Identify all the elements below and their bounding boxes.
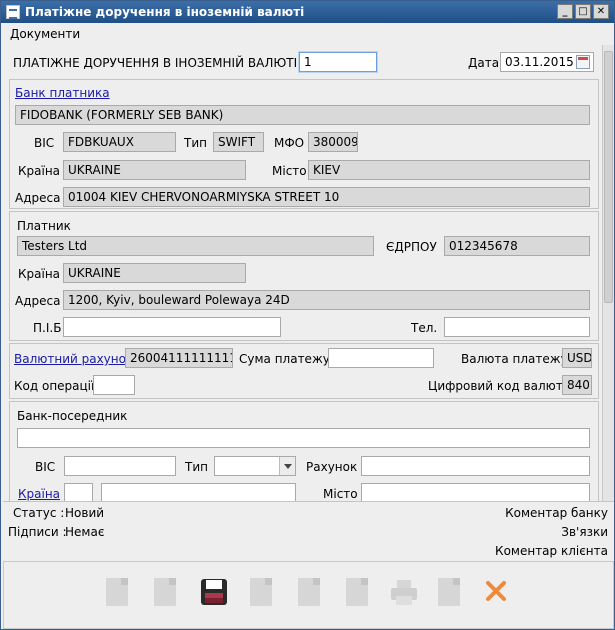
date-value: 03.11.2015: [505, 55, 574, 69]
currency-account-link[interactable]: Валютний рахунок: [14, 352, 133, 366]
currency-label: Валюта платежу: [461, 352, 568, 366]
intermediary-section-label: Банк-посередник: [17, 409, 128, 423]
address-label: Адреса: [15, 191, 61, 205]
copy-button[interactable]: [246, 574, 278, 614]
print-button[interactable]: [388, 574, 420, 614]
payer-bank-name: FIDOBANK (FORMERLY SEB BANK): [15, 105, 590, 125]
new-document-icon: [346, 578, 368, 606]
intermediary-country-link[interactable]: Країна: [18, 487, 60, 501]
currency-value: USD: [562, 348, 592, 368]
amount-input[interactable]: [328, 348, 434, 368]
bic-label: BIC: [34, 136, 55, 150]
currency-code-value: 840: [562, 375, 592, 395]
intermediary-name-input[interactable]: [17, 428, 590, 448]
intermediary-city-input[interactable]: [361, 483, 590, 501]
date-field[interactable]: 03.11.2015: [500, 52, 594, 72]
payer-country-label: Країна: [18, 267, 61, 281]
status-area: Статус : Новий Підписи : Немає Коментар …: [3, 501, 614, 559]
city-value: KIEV: [308, 160, 590, 180]
scrollbar-thumb[interactable]: [604, 51, 613, 303]
currency-code-label: Цифровий код валюти: [428, 379, 571, 393]
close-button[interactable]: ✕: [593, 4, 609, 19]
cancel-button[interactable]: [480, 574, 512, 614]
sign-button[interactable]: [102, 574, 134, 614]
cancel-icon: [486, 581, 506, 601]
calendar-icon[interactable]: [576, 55, 590, 69]
payer-bank-panel: Банк платника FIDOBANK (FORMERLY SEB BAN…: [9, 79, 599, 209]
signatures-label: Підписи :: [8, 525, 67, 539]
payer-section-label: Платник: [17, 219, 71, 233]
address-value: 01004 KIEV CHERVONOARMIYSKA STREET 10: [63, 187, 590, 207]
phone-input[interactable]: [444, 317, 590, 337]
opcode-input[interactable]: [93, 375, 135, 395]
intermediary-bic-label: BIC: [35, 460, 56, 474]
payer-panel: Платник Testers Ltd ЄДРПОУ 012345678 Кра…: [9, 211, 599, 341]
account-panel: Валютний рахунок 26004111111111 Сума пла…: [9, 343, 599, 399]
vertical-scrollbar[interactable]: [602, 45, 614, 501]
copy-icon: [250, 578, 272, 606]
payer-country-value: UKRAINE: [63, 263, 246, 283]
intermediary-bank-panel: Банк-посередник BIC Тип Рахунок Країна М…: [9, 401, 599, 501]
intermediary-account-input[interactable]: [361, 456, 590, 476]
minimize-button[interactable]: _: [557, 4, 573, 19]
edit-icon: [298, 578, 320, 606]
sign-icon: [106, 578, 128, 606]
app-icon: [6, 5, 20, 19]
form-scroll-area: ПЛАТІЖНЕ ДОРУЧЕННЯ В ІНОЗЕМНІЙ ВАЛЮТІ N …: [3, 45, 601, 501]
save-icon: [201, 579, 227, 605]
date-label: Дата: [468, 56, 500, 70]
amount-label: Сума платежу: [239, 352, 330, 366]
new-document-button[interactable]: [342, 574, 374, 614]
country-value: UKRAINE: [63, 160, 246, 180]
phone-label: Тел.: [411, 321, 438, 335]
print-icon: [391, 580, 417, 605]
opcode-label: Код операції: [14, 379, 95, 393]
save-button[interactable]: [198, 574, 230, 614]
menu-bar: Документи: [1, 23, 614, 45]
payer-address-label: Адреса: [15, 294, 61, 308]
intermediary-type-label: Тип: [185, 460, 208, 474]
menu-documents[interactable]: Документи: [10, 27, 80, 41]
mfo-label: МФО: [274, 136, 305, 150]
title-bar: Платіжне доручення в іноземній валюті _ …: [1, 1, 614, 23]
bic-value: FDBKUAUX: [63, 132, 176, 152]
links-link[interactable]: Зв'язки: [561, 525, 608, 539]
signatures-value: Немає: [65, 525, 105, 539]
type-value: SWIFT: [213, 132, 264, 152]
bank-comment-link[interactable]: Коментар банку: [505, 506, 608, 520]
pib-input[interactable]: [63, 317, 281, 337]
send-button[interactable]: [150, 574, 182, 614]
status-value: Новий: [65, 506, 105, 520]
payer-name: Testers Ltd: [17, 236, 374, 256]
edrpou-value: 012345678: [444, 236, 590, 256]
intermediary-country-input[interactable]: [101, 483, 296, 501]
edit-button[interactable]: [294, 574, 326, 614]
intermediary-city-label: Місто: [323, 487, 358, 501]
intermediary-bic-input[interactable]: [64, 456, 176, 476]
status-label: Статус :: [13, 506, 65, 520]
payer-bank-link[interactable]: Банк платника: [15, 86, 110, 100]
mfo-value: 380009: [308, 132, 358, 152]
maximize-button[interactable]: □: [575, 4, 591, 19]
window-title: Платіжне доручення в іноземній валюті: [25, 5, 305, 19]
intermediary-account-label: Рахунок: [306, 460, 358, 474]
city-label: Місто: [272, 164, 307, 178]
type-label: Тип: [184, 136, 207, 150]
account-number: 26004111111111: [125, 348, 233, 368]
delete-icon: [438, 578, 460, 606]
chevron-down-icon[interactable]: [279, 457, 295, 475]
order-number-input[interactable]: [299, 52, 377, 72]
form-heading: ПЛАТІЖНЕ ДОРУЧЕННЯ В ІНОЗЕМНІЙ ВАЛЮТІ N: [13, 56, 310, 70]
action-toolbar: [3, 561, 614, 629]
payment-order-window: Платіжне доручення в іноземній валюті _ …: [0, 0, 615, 630]
edrpou-label: ЄДРПОУ: [386, 240, 437, 254]
pib-label: П.І.Б: [33, 321, 62, 335]
send-icon: [154, 578, 176, 606]
delete-button[interactable]: [434, 574, 466, 614]
client-comment-link[interactable]: Коментар клієнта: [495, 544, 608, 558]
payer-address-value: 1200, Kyiv, bouleward Polewaya 24D: [63, 290, 590, 310]
country-label: Країна: [18, 164, 61, 178]
intermediary-type-select[interactable]: [214, 456, 296, 476]
intermediary-country-code-input[interactable]: [64, 483, 93, 501]
